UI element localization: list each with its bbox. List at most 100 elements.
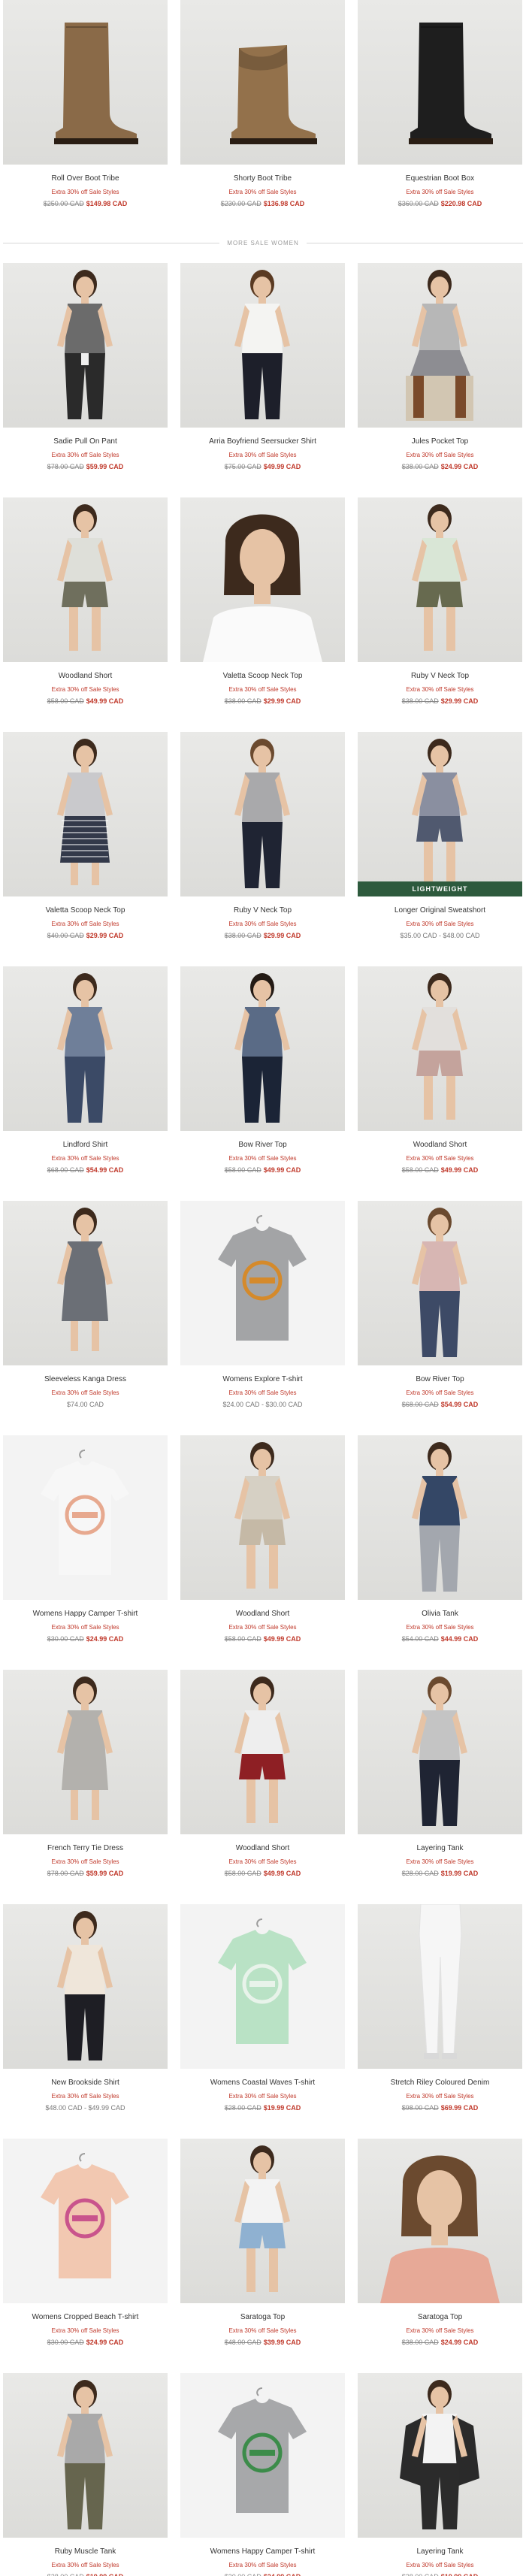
product-card[interactable]: Stretch Riley Coloured Denim Extra 30% of… <box>358 1904 522 2139</box>
product-name[interactable]: Ruby V Neck Top <box>411 672 469 680</box>
product-name[interactable]: Womens Happy Camper T-shirt <box>210 2547 316 2556</box>
product-name[interactable]: Woodland Short <box>236 1610 290 1618</box>
product-card[interactable]: Woodland Short Extra 30% off Sale Styles $… <box>180 1670 345 1904</box>
product-image[interactable] <box>358 2373 522 2538</box>
product-name[interactable]: Ruby V Neck Top <box>234 906 292 915</box>
product-card[interactable]: Womens Explore T-shirt Extra 30% off Sale… <box>180 1201 345 1435</box>
product-image[interactable] <box>358 2139 522 2303</box>
product-name[interactable]: Womens Cropped Beach T-shirt <box>32 2313 139 2321</box>
product-image[interactable] <box>180 2373 345 2538</box>
product-card[interactable]: Sleeveless Kanga Dress Extra 30% off Sale… <box>3 1201 168 1435</box>
product-name[interactable]: Woodland Short <box>59 672 113 680</box>
product-card[interactable]: Lindford Shirt Extra 30% off Sale Styles $… <box>3 966 168 1201</box>
product-card[interactable]: French Terry Tie Dress Extra 30% off Sale… <box>3 1670 168 1904</box>
product-card[interactable]: Ruby V Neck Top Extra 30% off Sale Styles… <box>358 497 522 732</box>
product-image[interactable] <box>358 1904 522 2069</box>
product-card[interactable]: Ruby Muscle Tank Extra 30% off Sale Style… <box>3 2373 168 2576</box>
product-name[interactable]: Stretch Riley Coloured Denim <box>391 2079 490 2087</box>
product-image[interactable] <box>3 1670 168 1834</box>
product-name[interactable]: Womens Happy Camper T-shirt <box>33 1610 138 1618</box>
product-image[interactable] <box>358 966 522 1131</box>
product-image[interactable] <box>3 1904 168 2069</box>
product-card[interactable]: Jules Pocket Top Extra 30% off Sale Style… <box>358 263 522 497</box>
product-card[interactable]: Bow River Top Extra 30% off Sale Styles $6… <box>358 1201 522 1435</box>
product-name[interactable]: Layering Tank <box>416 2547 463 2556</box>
product-image[interactable] <box>3 732 168 896</box>
product-name[interactable]: Lindford Shirt <box>63 1141 107 1149</box>
product-name[interactable]: Woodland Short <box>413 1141 467 1149</box>
product-card[interactable]: Valetta Scoop Neck Top Extra 30% off Sale… <box>3 732 168 966</box>
product-image[interactable] <box>358 263 522 428</box>
price-range: $35.00 CAD - $48.00 CAD <box>400 932 480 939</box>
product-image[interactable] <box>358 497 522 662</box>
product-image[interactable] <box>358 1435 522 1600</box>
product-card[interactable]: Arria Boyfriend Seersucker Shirt Extra 30… <box>180 263 345 497</box>
product-image[interactable] <box>3 2373 168 2538</box>
product-name[interactable]: Saratoga Top <box>418 2313 462 2321</box>
product-image[interactable] <box>180 1201 345 1365</box>
product-name[interactable]: Valetta Scoop Neck Top <box>223 672 303 680</box>
product-name[interactable]: Sadie Pull On Pant <box>53 437 117 446</box>
product-name[interactable]: Equestrian Boot Box <box>406 174 474 183</box>
product-card[interactable]: New Brookside Shirt Extra 30% off Sale St… <box>3 1904 168 2139</box>
product-image[interactable] <box>358 1201 522 1365</box>
product-image[interactable] <box>3 966 168 1131</box>
product-card[interactable]: Sadie Pull On Pant Extra 30% off Sale Sty… <box>3 263 168 497</box>
product-name[interactable]: Sleeveless Kanga Dress <box>44 1375 126 1383</box>
product-image[interactable] <box>180 1435 345 1600</box>
product-name[interactable]: Roll Over Boot Tribe <box>51 174 119 183</box>
product-name[interactable]: Olivia Tank <box>422 1610 458 1618</box>
product-card[interactable]: Equestrian Boot Box Extra 30% off Sale St… <box>358 0 522 234</box>
product-name[interactable]: Layering Tank <box>416 1844 463 1852</box>
product-card[interactable]: Valetta Scoop Neck Top Extra 30% off Sale… <box>180 497 345 732</box>
product-name[interactable]: Jules Pocket Top <box>412 437 468 446</box>
product-name[interactable]: Womens Coastal Waves T-shirt <box>210 2079 315 2087</box>
product-image[interactable] <box>3 497 168 662</box>
product-name[interactable]: Longer Original Sweatshort <box>394 906 485 915</box>
product-name[interactable]: Arria Boyfriend Seersucker Shirt <box>209 437 316 446</box>
product-card[interactable]: Womens Cropped Beach T-shirt Extra 30% of… <box>3 2139 168 2373</box>
product-card[interactable]: Womens Coastal Waves T-shirt Extra 30% of… <box>180 1904 345 2139</box>
product-image[interactable] <box>180 966 345 1131</box>
product-name[interactable]: Woodland Short <box>236 1844 290 1852</box>
product-image[interactable] <box>180 2139 345 2303</box>
product-card[interactable]: Bow River Top Extra 30% off Sale Styles $5… <box>180 966 345 1201</box>
product-card[interactable]: Womens Happy Camper T-shirt Extra 30% off… <box>3 1435 168 1670</box>
product-image[interactable] <box>3 1435 168 1600</box>
product-name[interactable]: Ruby Muscle Tank <box>55 2547 116 2556</box>
product-name[interactable]: Womens Explore T-shirt <box>222 1375 302 1383</box>
product-image[interactable] <box>3 1201 168 1365</box>
product-name[interactable]: Saratoga Top <box>240 2313 285 2321</box>
product-image[interactable] <box>3 263 168 428</box>
product-image[interactable]: LIGHTWEIGHT <box>358 732 522 896</box>
product-image[interactable] <box>180 1670 345 1834</box>
product-card[interactable]: Saratoga Top Extra 30% off Sale Styles $38… <box>358 2139 522 2373</box>
product-card[interactable]: Roll Over Boot Tribe Extra 30% off Sale S… <box>3 0 168 234</box>
product-card[interactable]: Woodland Short Extra 30% off Sale Styles $… <box>3 497 168 732</box>
product-card[interactable]: Ruby V Neck Top Extra 30% off Sale Styles… <box>180 732 345 966</box>
product-name[interactable]: Bow River Top <box>416 1375 464 1383</box>
product-name[interactable]: Shorty Boot Tribe <box>234 174 292 183</box>
product-image[interactable] <box>180 263 345 428</box>
product-name[interactable]: Valetta Scoop Neck Top <box>46 906 125 915</box>
product-card[interactable]: Womens Happy Camper T-shirt Extra 30% off… <box>180 2373 345 2576</box>
product-image[interactable] <box>3 0 168 165</box>
product-image[interactable] <box>180 1904 345 2069</box>
product-card[interactable]: Layering Tank Extra 30% off Sale Styles $2… <box>358 1670 522 1904</box>
product-image[interactable] <box>180 732 345 896</box>
product-image[interactable] <box>3 2139 168 2303</box>
product-image[interactable] <box>180 497 345 662</box>
product-card[interactable]: Layering Tank Extra 30% off Sale Styles $2… <box>358 2373 522 2576</box>
product-image[interactable] <box>358 1670 522 1834</box>
product-image[interactable] <box>180 0 345 165</box>
product-name[interactable]: French Terry Tie Dress <box>47 1844 123 1852</box>
product-card[interactable]: Saratoga Top Extra 30% off Sale Styles $48… <box>180 2139 345 2373</box>
product-card[interactable]: Woodland Short Extra 30% off Sale Styles $… <box>180 1435 345 1670</box>
product-card[interactable]: LIGHTWEIGHT Longer Original Sweatshort Ext… <box>358 732 522 966</box>
product-image[interactable] <box>358 0 522 165</box>
product-name[interactable]: Bow River Top <box>238 1141 286 1149</box>
product-card[interactable]: Shorty Boot Tribe Extra 30% off Sale Styl… <box>180 0 345 234</box>
product-card[interactable]: Olivia Tank Extra 30% off Sale Styles $54.… <box>358 1435 522 1670</box>
product-card[interactable]: Woodland Short Extra 30% off Sale Styles $… <box>358 966 522 1201</box>
product-name[interactable]: New Brookside Shirt <box>51 2079 119 2087</box>
